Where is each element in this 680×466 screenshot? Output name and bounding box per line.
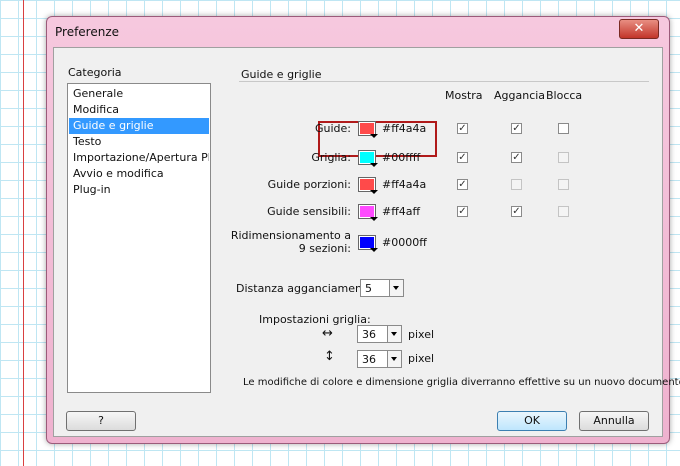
list-item-generale[interactable]: Generale	[69, 86, 209, 102]
help-button[interactable]: ?	[66, 411, 136, 431]
guide-snap-checkbox[interactable]: ✓	[511, 123, 522, 134]
close-button[interactable]: ✕	[619, 19, 659, 39]
smart-guides-hex-value: #ff4aff	[382, 205, 421, 218]
preferences-dialog: Preferenze ✕ Categoria Generale Modifica…	[46, 16, 680, 444]
dialog-body: Categoria Generale Modifica Guide e grig…	[53, 47, 680, 437]
grid-width-value: 36	[362, 328, 376, 341]
snap-distance-combo[interactable]: 5	[360, 279, 404, 297]
grid-height-unit: pixel	[408, 352, 435, 365]
horizontal-arrow-icon: ↔	[322, 326, 333, 341]
grid-hex-value: #00ffff	[382, 151, 421, 164]
dialog-title: Preferenze	[55, 25, 120, 39]
list-item-modifica[interactable]: Modifica	[69, 102, 209, 118]
smart-guides-label: Guide sensibili:	[267, 205, 351, 218]
grid-width-unit: pixel	[408, 328, 435, 341]
slice-guides-color-swatch[interactable]	[358, 177, 378, 194]
list-item-testo[interactable]: Testo	[69, 134, 209, 150]
section-title: Guide e griglie	[241, 68, 322, 81]
chevron-down-icon[interactable]	[387, 326, 401, 342]
col-header-aggancia: Aggancia	[494, 89, 546, 102]
list-item-plug-in[interactable]: Plug-in	[69, 182, 209, 198]
chevron-down-icon[interactable]	[389, 280, 403, 296]
scale9-hex-value: #0000ff	[382, 236, 427, 249]
list-item-avvio-e-modifica[interactable]: Avvio e modifica	[69, 166, 209, 182]
smart-guides-lock-checkbox[interactable]	[558, 206, 569, 217]
close-icon: ✕	[633, 21, 645, 36]
chevron-down-icon[interactable]	[387, 351, 401, 367]
title-bar[interactable]: Preferenze ✕	[47, 17, 669, 47]
guide-label: Guide:	[314, 122, 351, 135]
scale9-label-line2: 9 sezioni:	[298, 242, 351, 255]
snap-distance-label: Distanza agganciamento:	[236, 282, 377, 295]
col-header-blocca: Blocca	[546, 89, 583, 102]
category-list[interactable]: Generale Modifica Guide e griglie Testo …	[67, 83, 211, 393]
list-item-guide-e-griglie[interactable]: Guide e griglie	[69, 118, 209, 134]
grid-height-combo[interactable]: 36	[357, 350, 402, 368]
vertical-arrow-icon: ↕	[324, 349, 335, 364]
snap-distance-value: 5	[365, 282, 372, 295]
slice-guides-lock-checkbox[interactable]	[558, 179, 569, 190]
slice-guides-label: Guide porzioni:	[267, 178, 351, 191]
grid-settings-label: Impostazioni griglia:	[259, 313, 371, 326]
slice-guides-snap-checkbox[interactable]	[511, 179, 522, 190]
grid-width-combo[interactable]: 36	[357, 325, 402, 343]
section-divider	[239, 81, 649, 82]
category-label: Categoria	[68, 66, 122, 79]
guide-hex-value: #ff4a4a	[382, 122, 427, 135]
smart-guides-color-swatch[interactable]	[358, 204, 378, 221]
grid-color-swatch[interactable]	[358, 150, 378, 167]
slice-guides-show-checkbox[interactable]: ✓	[457, 179, 468, 190]
ok-button[interactable]: OK	[497, 411, 567, 431]
grid-note: Le modifiche di colore e dimensione grig…	[243, 377, 680, 388]
guide-show-checkbox[interactable]: ✓	[457, 123, 468, 134]
cancel-button[interactable]: Annulla	[579, 411, 649, 431]
guide-lock-checkbox[interactable]	[558, 123, 569, 134]
grid-label: Griglia:	[311, 151, 351, 164]
grid-height-value: 36	[362, 353, 376, 366]
list-item-importazione[interactable]: Importazione/Apertura Ph...	[69, 150, 209, 166]
scale9-label-line1: Ridimensionamento a	[230, 229, 351, 242]
slice-guides-hex-value: #ff4a4a	[382, 178, 427, 191]
guide-color-swatch[interactable]	[358, 121, 378, 138]
grid-show-checkbox[interactable]: ✓	[457, 152, 468, 163]
grid-lock-checkbox[interactable]	[558, 152, 569, 163]
grid-snap-checkbox[interactable]: ✓	[511, 152, 522, 163]
scale9-color-swatch[interactable]	[358, 235, 378, 252]
col-header-mostra: Mostra	[445, 89, 483, 102]
smart-guides-snap-checkbox[interactable]: ✓	[511, 206, 522, 217]
smart-guides-show-checkbox[interactable]: ✓	[457, 206, 468, 217]
